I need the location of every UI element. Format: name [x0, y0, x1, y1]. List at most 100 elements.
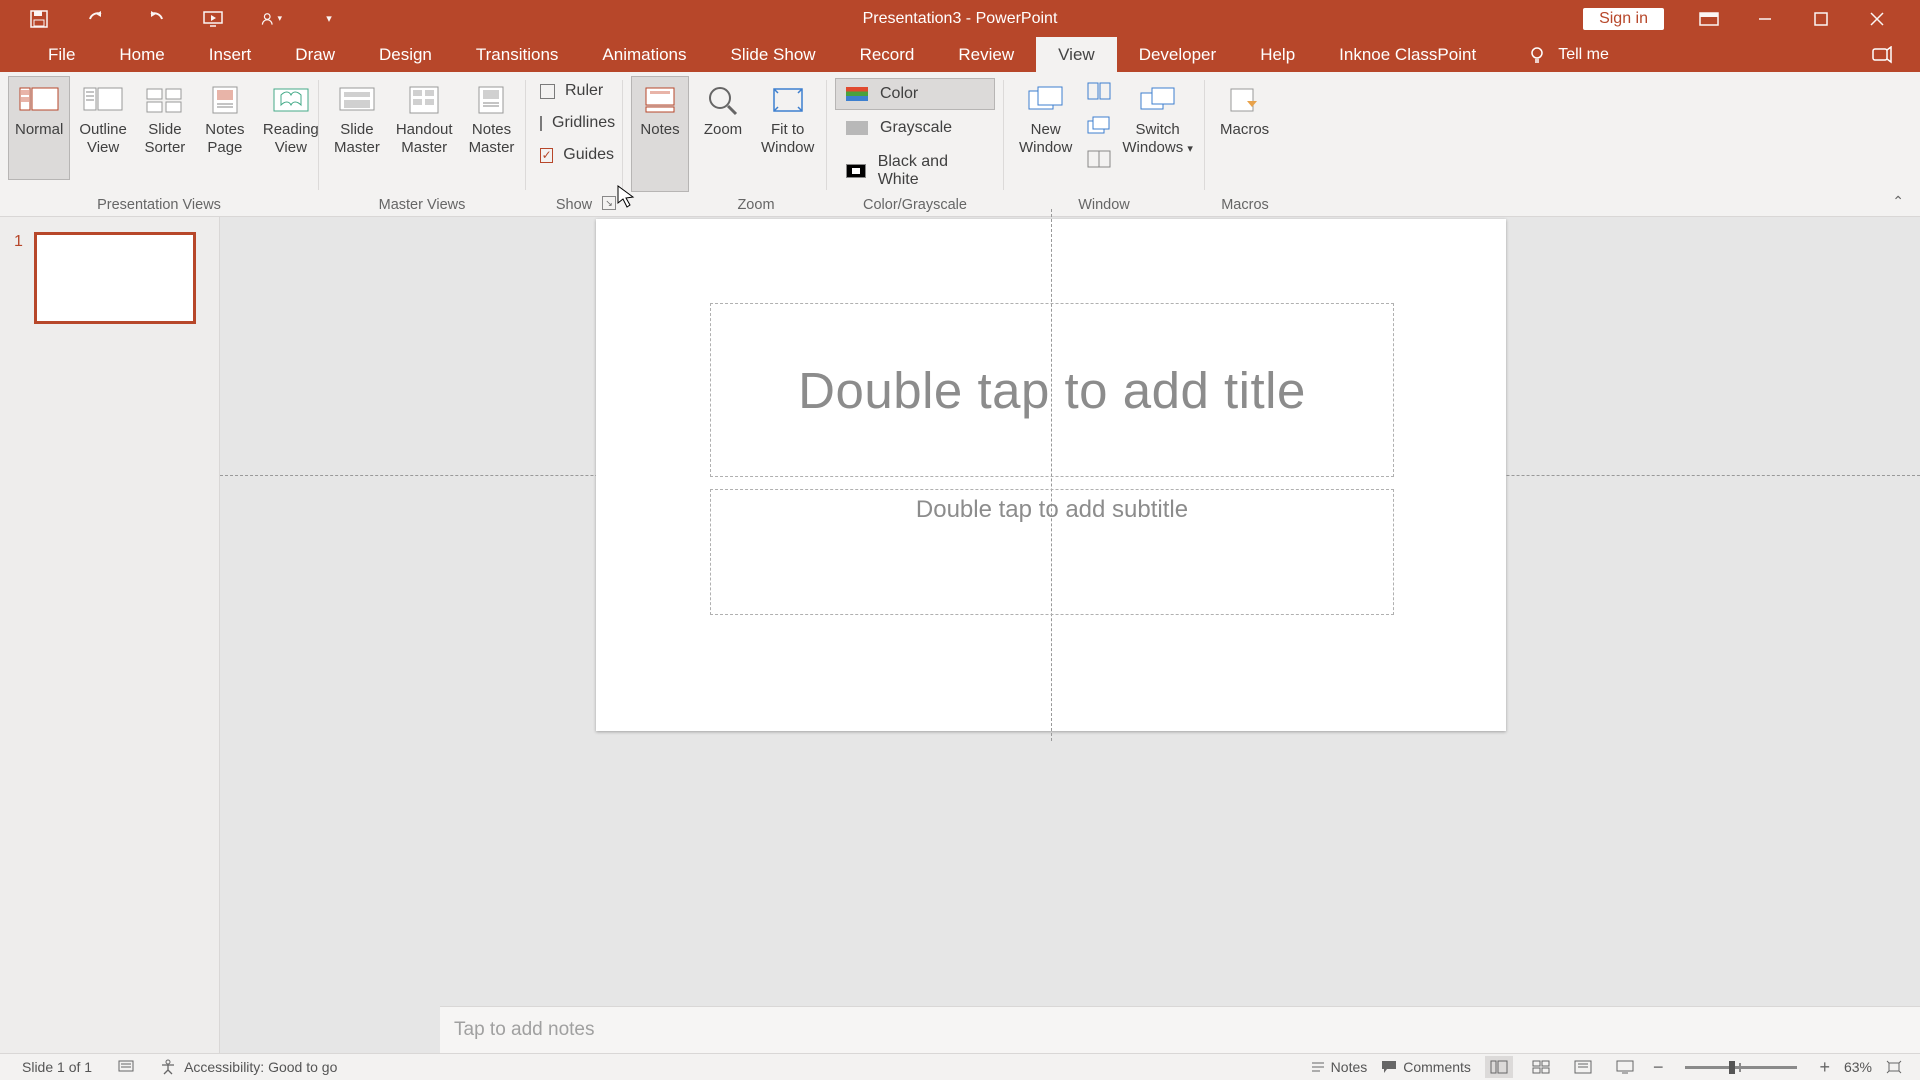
tab-design[interactable]: Design — [357, 37, 454, 72]
slide[interactable]: Double tap to add title Double tap to ad… — [596, 219, 1506, 731]
slide-canvas-area[interactable]: Double tap to add title Double tap to ad… — [220, 217, 1920, 1053]
status-bar: Slide 1 of 1 Accessibility: Good to go N… — [0, 1053, 1920, 1080]
collapse-ribbon-icon[interactable]: ⌃ — [1892, 193, 1904, 210]
reading-view-button[interactable]: Reading View — [256, 76, 326, 180]
magnifier-icon — [706, 84, 740, 116]
notes-master-button[interactable]: Notes Master — [462, 76, 522, 180]
slide-master-label: Slide Master — [334, 121, 380, 157]
ribbon-tabs: File Home Insert Draw Design Transitions… — [0, 37, 1920, 72]
tab-view[interactable]: View — [1036, 37, 1117, 72]
subtitle-placeholder[interactable]: Double tap to add subtitle — [710, 489, 1394, 615]
normal-view-status-button[interactable] — [1485, 1056, 1513, 1078]
qat-customize-icon[interactable]: ▾ — [318, 8, 340, 30]
account-icon[interactable]: ▾ — [260, 8, 282, 30]
tab-file[interactable]: File — [26, 37, 97, 72]
tab-record[interactable]: Record — [838, 37, 937, 72]
ruler-checkbox[interactable]: Ruler — [540, 82, 614, 100]
undo-icon[interactable] — [86, 8, 108, 30]
zoom-out-button[interactable]: − — [1653, 1057, 1664, 1078]
group-presentation-views-label: Presentation Views — [0, 197, 318, 213]
handout-master-button[interactable]: Handout Master — [389, 76, 460, 180]
accessibility-status[interactable]: Accessibility: Good to go — [160, 1059, 337, 1075]
reading-label: Reading View — [263, 121, 319, 157]
comments-toggle[interactable]: Comments — [1381, 1059, 1471, 1075]
zoom-label: Zoom — [704, 121, 742, 139]
notes-page-button[interactable]: Notes Page — [196, 76, 254, 180]
guides-checkbox[interactable]: ✓Guides — [540, 146, 614, 164]
zoom-level[interactable]: 63% — [1844, 1059, 1872, 1075]
tab-classpoint[interactable]: Inknoe ClassPoint — [1317, 37, 1498, 72]
tab-insert[interactable]: Insert — [187, 37, 274, 72]
slide-master-button[interactable]: Slide Master — [327, 76, 387, 180]
outline-label: Outline View — [79, 121, 127, 157]
slideshow-view-status-button[interactable] — [1611, 1056, 1639, 1078]
group-master-views-label: Master Views — [319, 197, 525, 213]
fit-label: Fit to Window — [761, 121, 814, 157]
tab-review[interactable]: Review — [936, 37, 1036, 72]
handout-master-label: Handout Master — [396, 121, 453, 157]
present-icon[interactable] — [202, 8, 224, 30]
normal-label: Normal — [15, 121, 63, 139]
tab-home[interactable]: Home — [97, 37, 186, 72]
move-split-icon[interactable] — [1087, 150, 1113, 174]
ruler-label: Ruler — [565, 82, 603, 100]
sorter-view-status-button[interactable] — [1527, 1056, 1555, 1078]
notes-icon — [1311, 1061, 1325, 1073]
gridlines-label: Gridlines — [552, 114, 615, 132]
arrange-all-icon[interactable] — [1087, 82, 1113, 106]
reading-view-status-button[interactable] — [1569, 1056, 1597, 1078]
tell-me-search[interactable]: Tell me — [1528, 37, 1609, 72]
group-window-label: Window — [1004, 197, 1204, 213]
ribbon-display-icon[interactable] — [1698, 8, 1720, 30]
save-icon[interactable] — [28, 8, 50, 30]
zoom-slider[interactable] — [1685, 1066, 1797, 1069]
tab-animations[interactable]: Animations — [580, 37, 708, 72]
switch-windows-button[interactable]: Switch Windows ▾ — [1115, 76, 1200, 159]
sign-in-button[interactable]: Sign in — [1583, 8, 1664, 30]
gray-label: Grayscale — [880, 119, 952, 137]
macros-button[interactable]: Macros — [1213, 76, 1276, 180]
notes-placeholder-text: Tap to add notes — [454, 1019, 595, 1041]
gridlines-checkbox[interactable]: Gridlines — [540, 114, 614, 132]
show-dialog-launcher-icon[interactable]: ↘ — [602, 196, 616, 210]
normal-view-button[interactable]: Normal — [8, 76, 70, 180]
tab-slideshow[interactable]: Slide Show — [709, 37, 838, 72]
notes-pane[interactable]: Tap to add notes — [440, 1006, 1920, 1053]
title-placeholder[interactable]: Double tap to add title — [710, 303, 1394, 477]
outline-view-button[interactable]: Outline View — [72, 76, 134, 180]
notes-toggle[interactable]: Notes — [1311, 1059, 1368, 1075]
comments-toggle-label: Comments — [1403, 1059, 1471, 1075]
slide-sorter-button[interactable]: Slide Sorter — [136, 76, 194, 180]
comment-icon — [1381, 1060, 1397, 1074]
fit-to-window-status-icon[interactable] — [1886, 1060, 1902, 1074]
new-window-label: New Window — [1019, 121, 1072, 157]
title-placeholder-text: Double tap to add title — [798, 361, 1306, 420]
black-white-button[interactable]: Black and White — [835, 146, 995, 196]
new-window-button[interactable]: New Window — [1012, 76, 1079, 158]
tab-developer[interactable]: Developer — [1117, 37, 1239, 72]
guides-label: Guides — [563, 146, 614, 164]
redo-icon[interactable] — [144, 8, 166, 30]
tab-transitions[interactable]: Transitions — [454, 37, 581, 72]
slide-thumbnails-pane: 1 — [0, 217, 220, 1053]
thumbnail-number: 1 — [14, 233, 23, 323]
tab-draw[interactable]: Draw — [273, 37, 357, 72]
cascade-icon[interactable] — [1087, 116, 1113, 140]
fit-to-window-button[interactable]: Fit to Window — [754, 76, 821, 180]
notes-btn-label: Notes — [640, 121, 679, 139]
close-icon[interactable] — [1866, 8, 1888, 30]
tab-help[interactable]: Help — [1238, 37, 1317, 72]
zoom-button[interactable]: Zoom — [694, 76, 752, 180]
maximize-icon[interactable] — [1810, 8, 1832, 30]
slide-thumbnail[interactable] — [35, 233, 195, 323]
notes-indicator-icon[interactable] — [118, 1060, 134, 1074]
zoom-in-button[interactable]: + — [1819, 1057, 1830, 1078]
subtitle-placeholder-text: Double tap to add subtitle — [916, 496, 1188, 524]
color-button[interactable]: Color — [835, 78, 995, 110]
grayscale-button[interactable]: Grayscale — [835, 112, 995, 144]
minimize-icon[interactable] — [1754, 8, 1776, 30]
notes-button[interactable]: Notes — [631, 76, 689, 192]
notespage-label: Notes Page — [205, 121, 244, 157]
share-icon[interactable] — [1872, 37, 1920, 72]
switch-windows-label: Switch Windows ▾ — [1122, 121, 1193, 158]
